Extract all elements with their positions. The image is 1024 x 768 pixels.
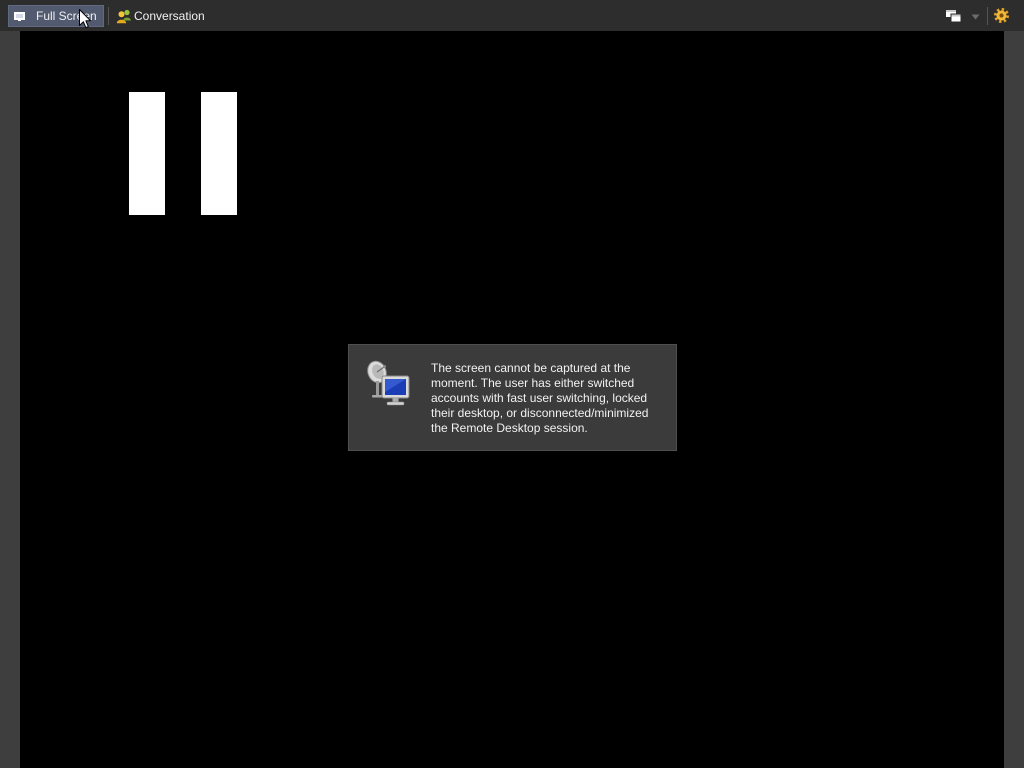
message-line: their desktop, or disconnected/minimized xyxy=(431,406,649,420)
view-mode-dropdown-button[interactable] xyxy=(970,13,980,20)
pause-bar-right xyxy=(201,92,237,215)
remote-desktop-icon xyxy=(365,359,411,409)
remote-screen-viewport[interactable]: The screen cannot be captured at the mom… xyxy=(20,31,1004,768)
gear-icon xyxy=(993,7,1010,24)
conversation-label: Conversation xyxy=(134,9,205,23)
toolbar-separator xyxy=(987,7,988,25)
message-line: The screen cannot be captured at the xyxy=(431,361,631,375)
chevron-down-icon xyxy=(971,14,980,20)
pause-icon xyxy=(129,92,237,215)
view-mode-button[interactable] xyxy=(944,8,962,23)
users-icon xyxy=(116,8,132,24)
capture-unavailable-message: The screen cannot be captured at the mom… xyxy=(348,344,677,451)
message-text: The screen cannot be captured at the mom… xyxy=(431,361,648,436)
full-screen-label: Full Screen xyxy=(36,9,97,23)
toolbar-separator xyxy=(108,7,109,25)
message-line: moment. The user has either switched xyxy=(431,376,635,390)
message-line: accounts with fast user switching, locke… xyxy=(431,391,648,405)
pause-bar-left xyxy=(129,92,165,215)
settings-button[interactable] xyxy=(993,7,1010,24)
windows-icon xyxy=(945,9,962,23)
message-line: the Remote Desktop session. xyxy=(431,421,588,435)
full-screen-button[interactable]: Full Screen xyxy=(8,5,104,27)
conversation-button[interactable]: Conversation xyxy=(114,5,207,27)
monitor-icon xyxy=(14,11,25,21)
toolbar: Full Screen Conversation xyxy=(0,0,1024,31)
